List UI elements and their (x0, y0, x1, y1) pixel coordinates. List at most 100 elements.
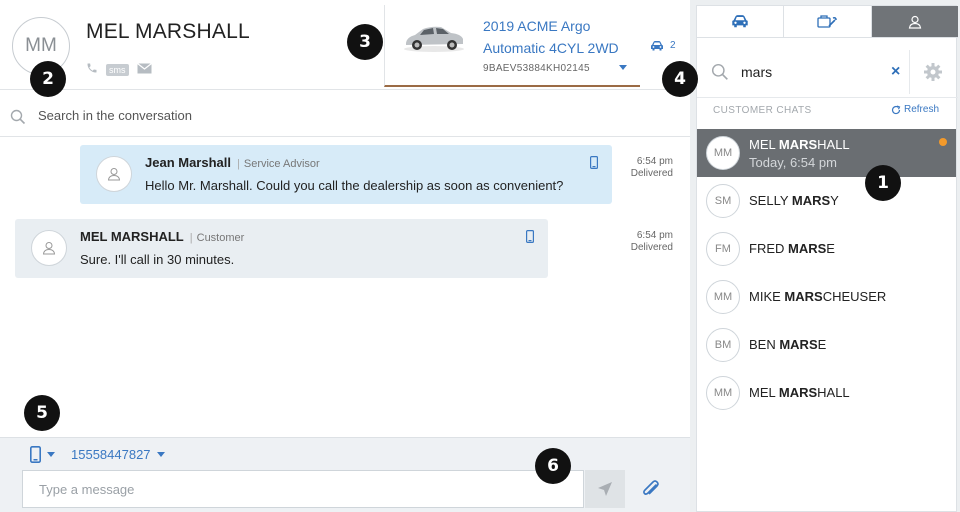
chat-list-item[interactable]: MM MEL MARSHALL (697, 369, 956, 417)
sender-avatar (31, 230, 67, 266)
refresh-button[interactable]: Refresh (891, 104, 939, 115)
message-text: Sure. I'll call in 30 minutes. (80, 252, 235, 267)
conversation-search-input[interactable] (38, 108, 638, 123)
tab-service[interactable] (784, 6, 872, 37)
conversation-panel: MM MEL MARSHALL sms 2019 ACME Argo Autom… (0, 0, 698, 512)
contact-channels: sms (86, 62, 152, 77)
chat-avatar: MM (706, 376, 740, 410)
message-status: Delivered (630, 242, 673, 253)
message-meta: 6:54 pm Delivered (613, 156, 673, 180)
sender-avatar (96, 156, 132, 192)
sender-separator: | (237, 158, 240, 170)
message-sender: MEL MARSHALL | Customer (80, 229, 244, 244)
name-match: MARS (778, 385, 818, 400)
name-part: E (826, 241, 835, 256)
chat-list-item[interactable]: MM MEL MARSHALL Today, 6:54 pm (697, 129, 956, 177)
name-part: MIKE (749, 289, 785, 304)
from-number[interactable]: 15558447827 (71, 447, 151, 462)
name-match: MARS (791, 193, 831, 208)
sender-separator: | (189, 232, 193, 244)
message-time: 6:54 pm (636, 230, 673, 241)
contact-name: MEL MARSHALL (86, 20, 250, 43)
message-sender: Jean Marshall | Service Advisor (145, 155, 320, 170)
chat-name: SELLY MARSY (749, 193, 839, 208)
person-icon (908, 15, 921, 29)
callout-badge-1: 1 (865, 165, 901, 201)
phone-icon[interactable] (86, 62, 98, 77)
chevron-down-icon[interactable] (47, 452, 55, 457)
callout-badge-3: 3 (347, 24, 383, 60)
mobile-icon (590, 156, 598, 169)
chat-avatar: BM (706, 328, 740, 362)
name-match: MARS (778, 137, 818, 152)
chevron-down-icon[interactable] (619, 65, 627, 70)
name-part: E (817, 337, 827, 352)
chat-avatar: SM (706, 184, 740, 218)
name-part: MEL (749, 385, 779, 400)
message-composer: 15558447827 (0, 437, 690, 512)
chat-list-item[interactable]: SM SELLY MARSY (697, 177, 956, 225)
message-status: Delivered (630, 168, 673, 179)
mobile-icon (30, 446, 41, 463)
email-icon[interactable] (136, 62, 152, 77)
message-text: Hello Mr. Marshall. Could you call the d… (145, 178, 564, 193)
sender-name: Jean Marshall (145, 155, 231, 170)
paperclip-icon (643, 480, 659, 495)
send-icon (598, 482, 612, 496)
car-icon (732, 15, 748, 28)
unread-indicator (939, 138, 947, 146)
car-image (404, 26, 464, 52)
panel-tabs (697, 6, 958, 38)
refresh-icon (891, 104, 901, 114)
close-icon[interactable]: × (891, 63, 900, 81)
name-part: HALL (817, 137, 850, 152)
divider (909, 50, 910, 94)
chat-name: FRED MARSE (749, 241, 835, 256)
tab-vehicles[interactable] (697, 6, 785, 37)
message-meta: 6:54 pm Delivered (613, 230, 673, 254)
chat-name: MIKE MARSCHEUSER (749, 289, 886, 304)
search-icon (711, 63, 728, 80)
callout-badge-6: 6 (535, 448, 571, 484)
sender-name: MEL MARSHALL (80, 229, 184, 244)
name-part: FRED (749, 241, 788, 256)
vehicle-vin: 9BAEV53884KH02145 (483, 63, 590, 74)
name-match: MARS (779, 337, 818, 352)
callout-badge-4: 4 (662, 61, 698, 97)
name-part: Y (830, 193, 839, 208)
chevron-down-icon[interactable] (156, 452, 165, 457)
chat-search-input[interactable] (741, 64, 881, 80)
message-bubble: MEL MARSHALL | Customer Sure. I'll call in… (15, 219, 548, 278)
from-selector[interactable]: 15558447827 (30, 446, 165, 463)
message-bubble: Jean Marshall | Service Advisor Hello Mr. … (80, 145, 612, 204)
chat-list-item[interactable]: MM MIKE MARSCHEUSER (697, 273, 956, 321)
sms-badge[interactable]: sms (106, 63, 129, 76)
tab-customers[interactable] (871, 6, 958, 37)
chat-list-item[interactable]: FM FRED MARSE (697, 225, 956, 273)
chat-avatar: MM (706, 280, 740, 314)
vehicle-count[interactable]: 2 (650, 40, 676, 51)
chat-time: Today, 6:54 pm (749, 155, 837, 170)
message-input[interactable] (22, 470, 584, 508)
vehicle-title[interactable]: 2019 ACME Argo Automatic 4CYL 2WD (483, 15, 633, 59)
conversation-search-bar (0, 97, 690, 137)
name-part: HALL (817, 385, 850, 400)
send-button[interactable] (585, 470, 625, 508)
search-icon (10, 109, 26, 125)
chat-search-bar: × (697, 46, 958, 98)
chat-name: BEN MARSE (749, 337, 826, 352)
person-icon (107, 168, 121, 181)
person-icon (42, 242, 56, 255)
vehicle-selector[interactable]: 2019 ACME Argo Automatic 4CYL 2WD 9BAEV5… (384, 5, 640, 87)
chat-list-item[interactable]: BM BEN MARSE (697, 321, 956, 369)
name-part: SELLY (749, 193, 792, 208)
name-match: MARS (788, 241, 827, 256)
chat-avatar: FM (706, 232, 740, 266)
attach-button[interactable] (640, 478, 662, 505)
chat-name: MEL MARSHALL (749, 137, 850, 152)
callout-badge-5: 5 (24, 395, 60, 431)
vehicle-count-value: 2 (670, 40, 676, 51)
sender-role: Customer (196, 232, 245, 244)
gear-icon[interactable] (923, 62, 943, 82)
mobile-icon (526, 230, 534, 243)
